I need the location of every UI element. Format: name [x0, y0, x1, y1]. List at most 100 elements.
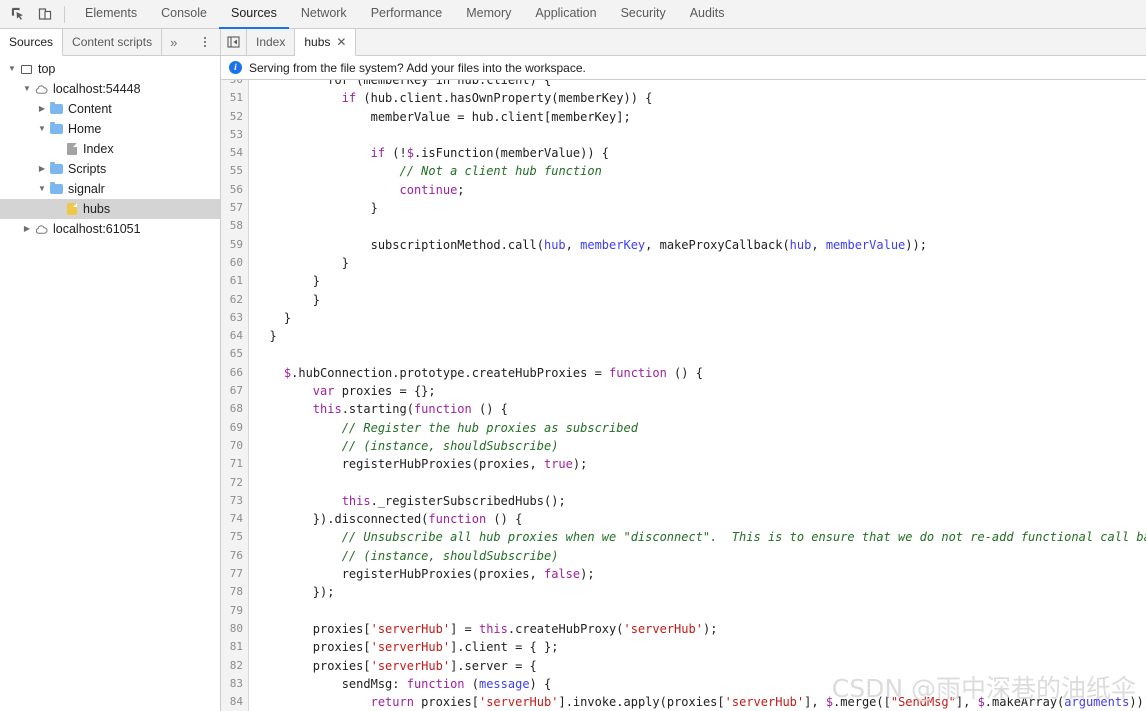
line-number[interactable]: 66: [221, 364, 248, 382]
tab-memory[interactable]: Memory: [454, 0, 523, 29]
line-number[interactable]: 69: [221, 419, 248, 437]
show-navigator-icon[interactable]: [221, 29, 247, 55]
chevron-down-icon[interactable]: ▼: [21, 79, 33, 99]
line-number[interactable]: 78: [221, 583, 248, 601]
inspect-element-icon[interactable]: [4, 2, 31, 27]
line-number[interactable]: 73: [221, 492, 248, 510]
code-line[interactable]: [255, 217, 1146, 235]
line-number[interactable]: 68: [221, 400, 248, 418]
line-number[interactable]: 53: [221, 126, 248, 144]
code-line[interactable]: proxies['serverHub'].server = {: [255, 657, 1146, 675]
line-number[interactable]: 54: [221, 144, 248, 162]
code-content[interactable]: for (memberKey in hub.client) { if (hub.…: [249, 80, 1146, 711]
tree-item-localhost-54448[interactable]: ▼ localhost:54448: [0, 79, 220, 99]
code-line[interactable]: this._registerSubscribedHubs();: [255, 492, 1146, 510]
line-number[interactable]: 63: [221, 309, 248, 327]
code-line[interactable]: continue;: [255, 181, 1146, 199]
line-number[interactable]: 80: [221, 620, 248, 638]
tab-network[interactable]: Network: [289, 0, 359, 29]
chevron-right-icon[interactable]: ▶: [36, 159, 48, 179]
more-options-icon[interactable]: [196, 29, 214, 55]
tree-item-signalr[interactable]: ▼ signalr: [0, 179, 220, 199]
line-number[interactable]: 60: [221, 254, 248, 272]
code-line[interactable]: $.hubConnection.prototype.createHubProxi…: [255, 364, 1146, 382]
line-number[interactable]: 75: [221, 528, 248, 546]
code-line[interactable]: [255, 474, 1146, 492]
code-line[interactable]: }: [255, 272, 1146, 290]
line-number[interactable]: 84: [221, 693, 248, 711]
chevron-down-icon[interactable]: ▼: [36, 179, 48, 199]
code-line[interactable]: sendMsg: function (message) {: [255, 675, 1146, 693]
code-line[interactable]: // (instance, shouldSubscribe): [255, 547, 1146, 565]
code-line[interactable]: return proxies['serverHub'].invoke.apply…: [255, 693, 1146, 711]
code-line[interactable]: [255, 126, 1146, 144]
code-line[interactable]: }: [255, 327, 1146, 345]
code-line[interactable]: [255, 345, 1146, 363]
chevron-right-icon[interactable]: ▶: [21, 219, 33, 239]
nav-tab-content-scripts[interactable]: Content scripts: [63, 29, 163, 55]
code-line[interactable]: }).disconnected(function () {: [255, 510, 1146, 528]
code-line[interactable]: proxies['serverHub'] = this.createHubPro…: [255, 620, 1146, 638]
tab-audits[interactable]: Audits: [678, 0, 737, 29]
line-number[interactable]: 55: [221, 162, 248, 180]
line-number[interactable]: 57: [221, 199, 248, 217]
close-icon[interactable]: ✕: [336, 36, 346, 48]
code-line[interactable]: });: [255, 583, 1146, 601]
code-line[interactable]: [255, 602, 1146, 620]
line-number[interactable]: 71: [221, 455, 248, 473]
code-line[interactable]: if (hub.client.hasOwnProperty(memberKey)…: [255, 89, 1146, 107]
chevron-right-icon[interactable]: ▶: [36, 99, 48, 119]
code-line[interactable]: memberValue = hub.client[memberKey];: [255, 108, 1146, 126]
line-number[interactable]: 59: [221, 236, 248, 254]
code-line[interactable]: subscriptionMethod.call(hub, memberKey, …: [255, 236, 1146, 254]
nav-tab-sources[interactable]: Sources: [0, 29, 64, 56]
tab-elements[interactable]: Elements: [73, 0, 149, 29]
line-number[interactable]: 67: [221, 382, 248, 400]
tab-sources[interactable]: Sources: [218, 0, 289, 29]
line-number[interactable]: 83: [221, 675, 248, 693]
tree-item-localhost-61051[interactable]: ▶ localhost:61051: [0, 219, 220, 239]
tab-application[interactable]: Application: [523, 0, 608, 29]
chevron-down-icon[interactable]: ▼: [36, 119, 48, 139]
code-line[interactable]: proxies['serverHub'].client = { };: [255, 638, 1146, 656]
code-line[interactable]: // Not a client hub function: [255, 162, 1146, 180]
code-line[interactable]: if (!$.isFunction(memberValue)) {: [255, 144, 1146, 162]
code-line[interactable]: }: [255, 254, 1146, 272]
line-number[interactable]: 50: [221, 80, 248, 89]
code-line[interactable]: // (instance, shouldSubscribe): [255, 437, 1146, 455]
code-line[interactable]: // Register the hub proxies as subscribe…: [255, 419, 1146, 437]
device-toolbar-icon[interactable]: [31, 2, 58, 27]
line-number[interactable]: 70: [221, 437, 248, 455]
tab-console[interactable]: Console: [149, 0, 219, 29]
code-line[interactable]: registerHubProxies(proxies, false);: [255, 565, 1146, 583]
line-number[interactable]: 51: [221, 89, 248, 107]
code-line[interactable]: this.starting(function () {: [255, 400, 1146, 418]
code-line[interactable]: }: [255, 291, 1146, 309]
line-number[interactable]: 72: [221, 474, 248, 492]
tab-security[interactable]: Security: [609, 0, 678, 29]
line-number[interactable]: 61: [221, 272, 248, 290]
chevron-down-icon[interactable]: ▼: [6, 59, 18, 79]
line-number[interactable]: 64: [221, 327, 248, 345]
line-number[interactable]: 81: [221, 638, 248, 656]
line-number[interactable]: 76: [221, 547, 248, 565]
tree-item-home[interactable]: ▼ Home: [0, 119, 220, 139]
tree-item-top[interactable]: ▼ top: [0, 59, 220, 79]
line-number[interactable]: 77: [221, 565, 248, 583]
line-number[interactable]: 82: [221, 657, 248, 675]
code-line[interactable]: // Unsubscribe all hub proxies when we "…: [255, 528, 1146, 546]
code-line[interactable]: }: [255, 199, 1146, 217]
editor-tab-index[interactable]: Index: [247, 29, 296, 55]
line-number[interactable]: 56: [221, 181, 248, 199]
tab-performance[interactable]: Performance: [359, 0, 455, 29]
tree-item-scripts[interactable]: ▶ Scripts: [0, 159, 220, 179]
line-number[interactable]: 58: [221, 217, 248, 235]
tree-item-index[interactable]: ▶Index: [0, 139, 220, 159]
chevron-double-right-icon[interactable]: »: [162, 29, 185, 55]
line-number[interactable]: 62: [221, 291, 248, 309]
code-line[interactable]: var proxies = {};: [255, 382, 1146, 400]
code-line[interactable]: for (memberKey in hub.client) {: [255, 80, 1146, 89]
code-line[interactable]: }: [255, 309, 1146, 327]
line-number[interactable]: 74: [221, 510, 248, 528]
line-number[interactable]: 52: [221, 108, 248, 126]
